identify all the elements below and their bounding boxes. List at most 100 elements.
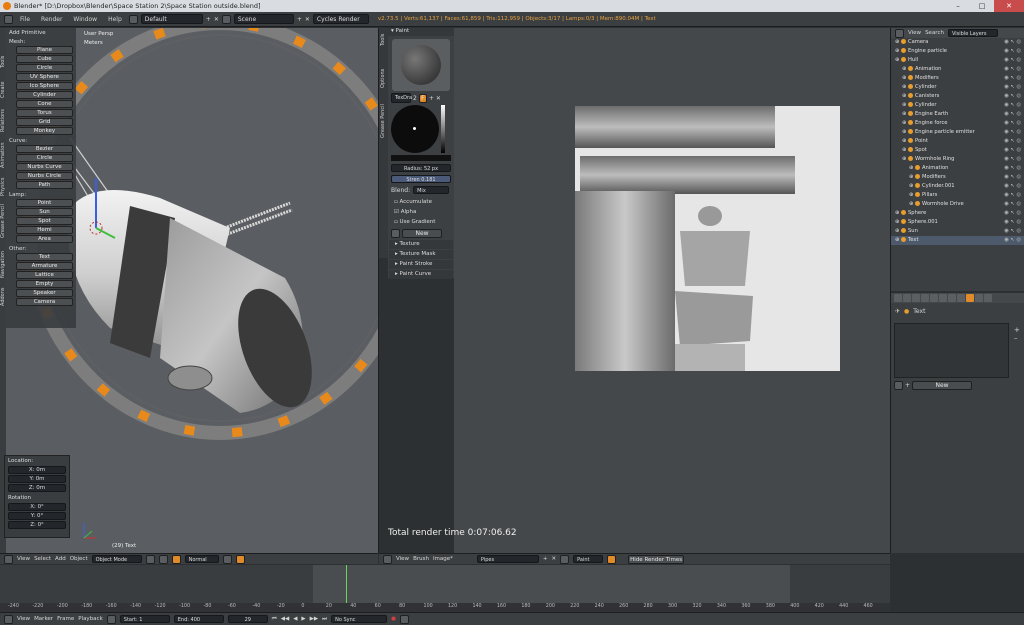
rotation-y-field[interactable]: Y: 0° (8, 512, 66, 520)
close-window-button[interactable]: ✕ (994, 0, 1024, 12)
visibility-icon[interactable]: ◉ ↖ ◎ (1004, 47, 1021, 56)
add-area-lamp-button[interactable]: Area (16, 235, 73, 243)
editor-type-icon[interactable] (4, 14, 13, 24)
outliner-row[interactable]: ⊕ Text ◉ ↖ ◎ (891, 236, 1024, 245)
add-lattice-button[interactable]: Lattice (16, 271, 73, 279)
tab-paint-grease-pencil[interactable]: Grease Pencil (380, 104, 386, 138)
add-cylinder-button[interactable]: Cylinder (16, 91, 73, 99)
add-torus-button[interactable]: Torus (16, 109, 73, 117)
material-slot-list[interactable] (894, 323, 1009, 378)
menu-file[interactable]: File (16, 16, 34, 23)
value-slider[interactable] (441, 105, 445, 153)
outliner-view-menu[interactable]: View (908, 30, 921, 36)
add-speaker-button[interactable]: Speaker (16, 289, 73, 297)
brush-name-field[interactable]: TexDra (391, 93, 412, 103)
layout-select[interactable]: Default (140, 14, 203, 24)
add-camera-button[interactable]: Camera (16, 298, 73, 306)
outliner-row[interactable]: ⊕ Modifiers ◉ ↖ ◎ (891, 173, 1024, 182)
constraints-tab-icon[interactable] (939, 294, 947, 302)
image-view-menu[interactable]: View (396, 556, 409, 562)
image-brush-menu[interactable]: Brush (413, 556, 429, 562)
timeline-view-menu[interactable]: View (17, 616, 30, 622)
scene-tab-icon[interactable] (912, 294, 920, 302)
paint-curve-section[interactable]: ▸ Paint Curve (389, 270, 453, 279)
add-text-button[interactable]: Text (16, 253, 73, 261)
manipulator-icon[interactable] (171, 554, 181, 564)
tab-options[interactable]: Options (380, 69, 386, 88)
add-curve-circle-button[interactable]: Circle (16, 154, 73, 162)
layout-add-icon[interactable]: + (206, 16, 211, 23)
viewport-add-menu[interactable]: Add (55, 556, 66, 562)
minimize-button[interactable]: – (946, 0, 970, 12)
add-primitive-header[interactable]: Add Primitive (6, 28, 76, 37)
add-spot-lamp-button[interactable]: Spot (16, 217, 73, 225)
accumulate-checkbox[interactable]: ▫ Accumulate (388, 197, 454, 207)
use-gradient-checkbox[interactable]: ▫ Use Gradient (388, 217, 454, 227)
prev-key-icon[interactable]: ◀◀ (281, 616, 289, 622)
playhead[interactable] (346, 565, 347, 605)
material-tab-icon[interactable] (966, 294, 974, 302)
display-channels-icon[interactable] (607, 554, 617, 564)
visibility-icon[interactable]: ◉ ↖ ◎ (1004, 209, 1021, 218)
outliner-row[interactable]: ⊕ Animation ◉ ↖ ◎ (891, 164, 1024, 173)
scene-remove-icon[interactable]: ✕ (305, 16, 310, 23)
outliner-search-menu[interactable]: Search (925, 30, 944, 36)
jump-start-icon[interactable]: ⏮ (272, 616, 277, 623)
visibility-icon[interactable]: ◉ ↖ ◎ (1004, 146, 1021, 155)
start-frame-field[interactable]: Start: 1 (119, 615, 170, 623)
outliner-row[interactable]: ⊕ Spot ◉ ↖ ◎ (891, 146, 1024, 155)
layout-remove-icon[interactable]: ✕ (214, 16, 219, 23)
visibility-icon[interactable]: ◉ ↖ ◎ (1004, 101, 1021, 110)
layout-icon[interactable] (128, 14, 138, 24)
visibility-icon[interactable]: ◉ ↖ ◎ (1004, 155, 1021, 164)
color-picker-cursor[interactable] (413, 127, 416, 130)
add-circle-button[interactable]: Circle (16, 64, 73, 72)
render-tab-icon[interactable] (894, 294, 902, 302)
viewport-view-menu[interactable]: View (17, 556, 30, 562)
outliner-row[interactable]: ⊕ Point ◉ ↖ ◎ (891, 137, 1024, 146)
texture-section[interactable]: ▸ Texture (389, 240, 453, 249)
outliner-row[interactable]: ⊕ Cylinder ◉ ↖ ◎ (891, 101, 1024, 110)
add-cube-button[interactable]: Cube (16, 55, 73, 63)
jump-end-icon[interactable]: ⏭ (322, 616, 327, 623)
visibility-icon[interactable]: ◉ ↖ ◎ (1004, 227, 1021, 236)
outliner-row[interactable]: ⊕ Animation ◉ ↖ ◎ (891, 65, 1024, 74)
visibility-icon[interactable]: ◉ ↖ ◎ (1004, 200, 1021, 209)
texture-mask-section[interactable]: ▸ Texture Mask (389, 250, 453, 259)
palette-icon[interactable] (391, 229, 400, 238)
end-frame-field[interactable]: End: 400 (173, 615, 224, 623)
physics-tab-icon[interactable] (984, 294, 992, 302)
tab-paint-tools[interactable]: Tools (380, 34, 386, 46)
strength-field[interactable]: Stren 0.181 (391, 175, 451, 183)
location-y-field[interactable]: Y: 0m (8, 475, 66, 483)
visibility-icon[interactable]: ◉ ↖ ◎ (1004, 65, 1021, 74)
play-icon[interactable]: ▶ (301, 616, 305, 622)
render-engine-select[interactable]: Cycles Render (312, 14, 369, 24)
outliner-filter-select[interactable]: Visible Layers (947, 29, 998, 37)
outliner-row[interactable]: ⊕ Engine Earth ◉ ↖ ◎ (891, 110, 1024, 119)
texture-tab-icon[interactable] (975, 294, 983, 302)
scene-select[interactable]: Scene (233, 14, 294, 24)
add-point-lamp-button[interactable]: Point (16, 199, 73, 207)
paint-mode-select[interactable]: Paint (573, 555, 604, 563)
add-bezier-button[interactable]: Bezier (16, 145, 73, 153)
current-frame-field[interactable]: 29 (227, 615, 268, 623)
material-add-icon[interactable]: + (905, 382, 910, 389)
image-add-icon[interactable]: + (543, 556, 548, 562)
texture-image[interactable] (575, 106, 840, 371)
color-wheel[interactable] (391, 105, 439, 153)
visibility-icon[interactable]: ◉ ↖ ◎ (1004, 173, 1021, 182)
scene-add-icon[interactable]: + (297, 16, 302, 23)
outliner-row[interactable]: ⊕ Wormhole Drive ◉ ↖ ◎ (891, 200, 1024, 209)
outliner-row[interactable]: ⊕ Cylinder ◉ ↖ ◎ (891, 83, 1024, 92)
outliner-row[interactable]: ⊕ Engine particle ◉ ↖ ◎ (891, 47, 1024, 56)
outliner-row[interactable]: ⊕ Modifiers ◉ ↖ ◎ (891, 74, 1024, 83)
alpha-checkbox[interactable]: ☑ Alpha (388, 207, 454, 217)
outliner-row[interactable]: ⊕ Sphere ◉ ↖ ◎ (891, 209, 1024, 218)
brush-remove-icon[interactable]: ✕ (436, 95, 441, 102)
pivot-icon[interactable] (158, 554, 168, 564)
visibility-icon[interactable]: ◉ ↖ ◎ (1004, 119, 1021, 128)
color-swatch[interactable] (391, 155, 451, 161)
outliner-row[interactable]: ⊕ Cylinder.001 ◉ ↖ ◎ (891, 182, 1024, 191)
paint-header[interactable]: ▾ Paint (388, 28, 454, 36)
